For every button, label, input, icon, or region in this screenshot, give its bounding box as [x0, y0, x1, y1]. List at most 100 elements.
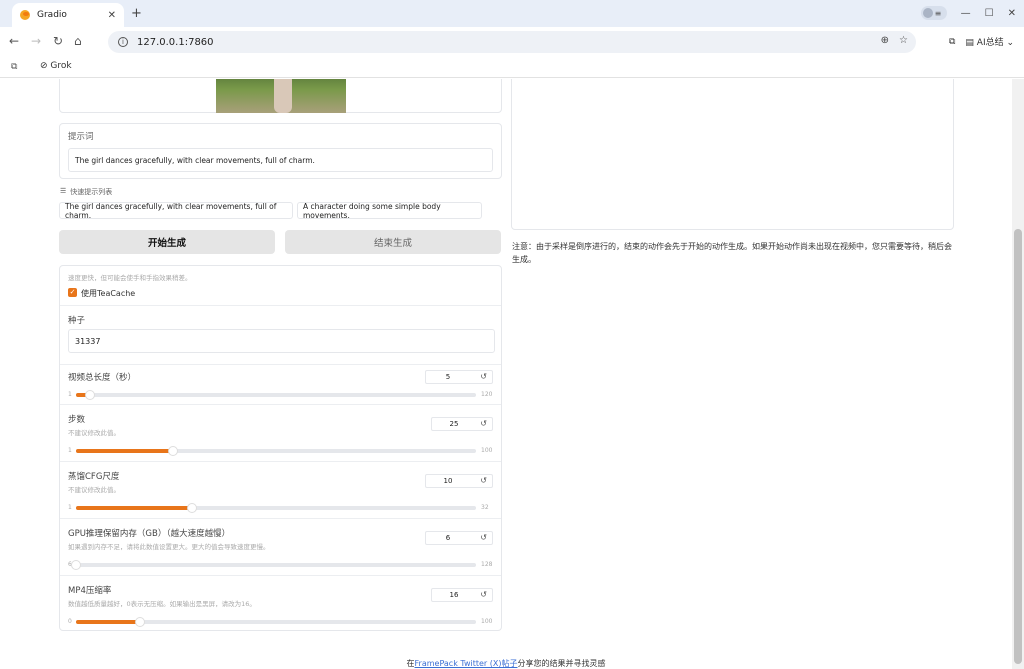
- ai-summary-label: AI总结: [976, 38, 1004, 48]
- slider-min: 0: [68, 618, 72, 625]
- slider-max: 100: [481, 618, 493, 625]
- input-image-preview: [216, 79, 346, 113]
- slider-max: 120: [481, 391, 493, 398]
- footer-prefix: 在: [406, 659, 415, 668]
- slider-number-input[interactable]: 5 ↺: [425, 370, 493, 384]
- list-icon: ☰: [60, 187, 67, 195]
- footer: 在FramePack Twitter (X)帖子分享您的结果并寻找灵感: [0, 658, 1012, 669]
- slider-thumb[interactable]: [71, 560, 81, 570]
- slider-label: 视频总长度（秒）: [68, 373, 137, 383]
- slider-label: 步数: [68, 415, 86, 425]
- tab-title: Gradio: [37, 10, 67, 20]
- seed-input[interactable]: 31337: [68, 329, 495, 353]
- slider-label: MP4压缩率: [68, 586, 112, 596]
- reset-icon[interactable]: ↺: [480, 533, 487, 542]
- minimize-icon[interactable]: —: [961, 8, 971, 19]
- scrollbar-thumb[interactable]: [1014, 229, 1022, 664]
- address-bar: ← → ↻ ⌂ i 127.0.0.1:7860 ⊕ ☆ ⧉ ▤ AI总结 ⌄: [0, 27, 1024, 57]
- slider-track[interactable]: [76, 390, 476, 400]
- slider-number-input[interactable]: 10 ↺: [425, 474, 493, 488]
- slider-track[interactable]: [76, 503, 476, 513]
- slider-track[interactable]: [76, 617, 476, 627]
- slider-number-input[interactable]: 16 ↺: [431, 588, 493, 602]
- extensions-icon[interactable]: ⧉: [949, 37, 955, 47]
- quick-prompts-text: 快速提示列表: [70, 188, 113, 196]
- slider-hint: 不建议修改此值。: [68, 429, 120, 437]
- bookmark-bar: ⧉ ⊘ Grok: [0, 57, 1024, 78]
- teacache-hint: 速度更快，但可能会使手和手指效果稍差。: [68, 274, 192, 282]
- slider-thumb[interactable]: [167, 446, 178, 456]
- profile-button[interactable]: ≡: [920, 6, 947, 20]
- slider-fill: [76, 506, 192, 510]
- prompt-input[interactable]: The girl dances gracefully, with clear m…: [68, 148, 493, 172]
- seed-label: 种子: [68, 316, 86, 326]
- reset-icon[interactable]: ↺: [480, 372, 487, 381]
- slider-thumb[interactable]: [135, 617, 145, 627]
- avatar-icon: [922, 8, 933, 18]
- quick-prompt-2[interactable]: A character doing some simple body movem…: [297, 202, 482, 220]
- gradio-page: 提示词 The girl dances gracefully, with cle…: [0, 79, 1012, 669]
- slider-value: 25: [449, 420, 459, 428]
- gradio-logo-icon: [20, 10, 30, 20]
- slider-row: 视频总长度（秒） 5 ↺ 1 120: [60, 364, 501, 404]
- reset-icon[interactable]: ↺: [480, 419, 487, 428]
- slider-min: 1: [68, 447, 72, 454]
- slider-value: 10: [443, 477, 453, 485]
- slider-hint: 不建议修改此值。: [68, 486, 120, 494]
- reset-icon[interactable]: ↺: [480, 590, 487, 599]
- back-icon[interactable]: ←: [9, 34, 19, 48]
- slider-max: 100: [481, 447, 493, 454]
- teacache-label: 使用TeaCache: [81, 289, 136, 298]
- ai-summary-button[interactable]: ▤ AI总结 ⌄: [965, 35, 1014, 48]
- reset-icon[interactable]: ↺: [480, 476, 487, 485]
- teacache-checkbox[interactable]: ✓: [68, 288, 77, 297]
- slider-value: 6: [445, 534, 451, 542]
- slider-track[interactable]: [76, 446, 476, 456]
- url-text: 127.0.0.1:7860: [137, 36, 214, 48]
- stop-generation-button[interactable]: 结束生成: [285, 230, 501, 254]
- slider-row: GPU推理保留内存（GB）（越大速度越慢） 如果遇到内存不足，请将此数值设置更大。…: [60, 518, 501, 575]
- slider-thumb[interactable]: [84, 390, 95, 400]
- close-tab-icon[interactable]: ✕: [108, 10, 116, 21]
- slider-row: MP4压缩率数值越低质量越好，0表示无压缩。如果输出是黑屏，请改为16。 16 ↺ 0…: [60, 575, 501, 632]
- slider-min: 1: [68, 504, 72, 511]
- bookmark-label: Grok: [50, 61, 72, 71]
- sampling-notice: 注意：由于采样是倒序进行的，结束的动作会先于开始的动作生成。如果开始动作尚未出现…: [512, 242, 952, 264]
- zoom-icon[interactable]: ⊕: [881, 35, 889, 46]
- browser-tab[interactable]: Gradio ✕: [12, 3, 124, 27]
- slider-hint: 如果遇到内存不足，请将此数值设置更大。更大的值会导致速度更慢。: [68, 543, 270, 551]
- maximize-icon[interactable]: ☐: [985, 8, 994, 19]
- footer-suffix: 分享您的结果并寻找灵感: [517, 659, 606, 668]
- tab-groups-icon[interactable]: ⧉: [11, 62, 17, 72]
- slider-number-input[interactable]: 6 ↺: [425, 531, 493, 545]
- slider-track[interactable]: [71, 560, 476, 570]
- page-scrollbar[interactable]: [1012, 79, 1024, 669]
- slider-value: 16: [449, 591, 459, 599]
- new-tab-icon[interactable]: +: [131, 6, 142, 21]
- seed-row: 种子 31337: [60, 305, 501, 364]
- window-close-icon[interactable]: ✕: [1008, 8, 1016, 19]
- slider-thumb[interactable]: [187, 503, 197, 513]
- slider-value: 5: [445, 373, 451, 381]
- framepack-twitter-link[interactable]: FramePack Twitter (X)帖子: [415, 659, 518, 668]
- start-generation-button[interactable]: 开始生成: [59, 230, 275, 254]
- menu-lines-icon: ≡: [934, 8, 942, 18]
- slider-row: 步数不建议修改此值。 25 ↺ 1 100: [60, 404, 501, 461]
- slider-hint: 数值越低质量越好，0表示无压缩。如果输出是黑屏，请改为16。: [68, 600, 256, 608]
- reload-icon[interactable]: ↻: [53, 34, 63, 48]
- slider-number-input[interactable]: 25 ↺: [431, 417, 493, 431]
- slider-fill: [76, 449, 173, 453]
- bookmark-star-icon[interactable]: ☆: [899, 35, 908, 46]
- forward-icon[interactable]: →: [31, 34, 41, 48]
- home-icon[interactable]: ⌂: [74, 34, 82, 48]
- quick-prompt-1[interactable]: The girl dances gracefully, with clear m…: [59, 202, 293, 220]
- prompt-block: 提示词 The girl dances gracefully, with cle…: [59, 123, 502, 179]
- bookmark-grok[interactable]: ⊘ Grok: [40, 61, 72, 71]
- slider-max: 32: [481, 504, 489, 511]
- slider-max: 128: [481, 561, 493, 568]
- settings-block: 速度更快，但可能会使手和手指效果稍差。 ✓ 使用TeaCache 种子 3133…: [59, 265, 502, 631]
- input-image-block[interactable]: [59, 79, 502, 113]
- slider-fill: [76, 620, 140, 624]
- url-field[interactable]: i 127.0.0.1:7860 ⊕ ☆: [108, 31, 916, 53]
- site-info-icon[interactable]: i: [118, 37, 128, 47]
